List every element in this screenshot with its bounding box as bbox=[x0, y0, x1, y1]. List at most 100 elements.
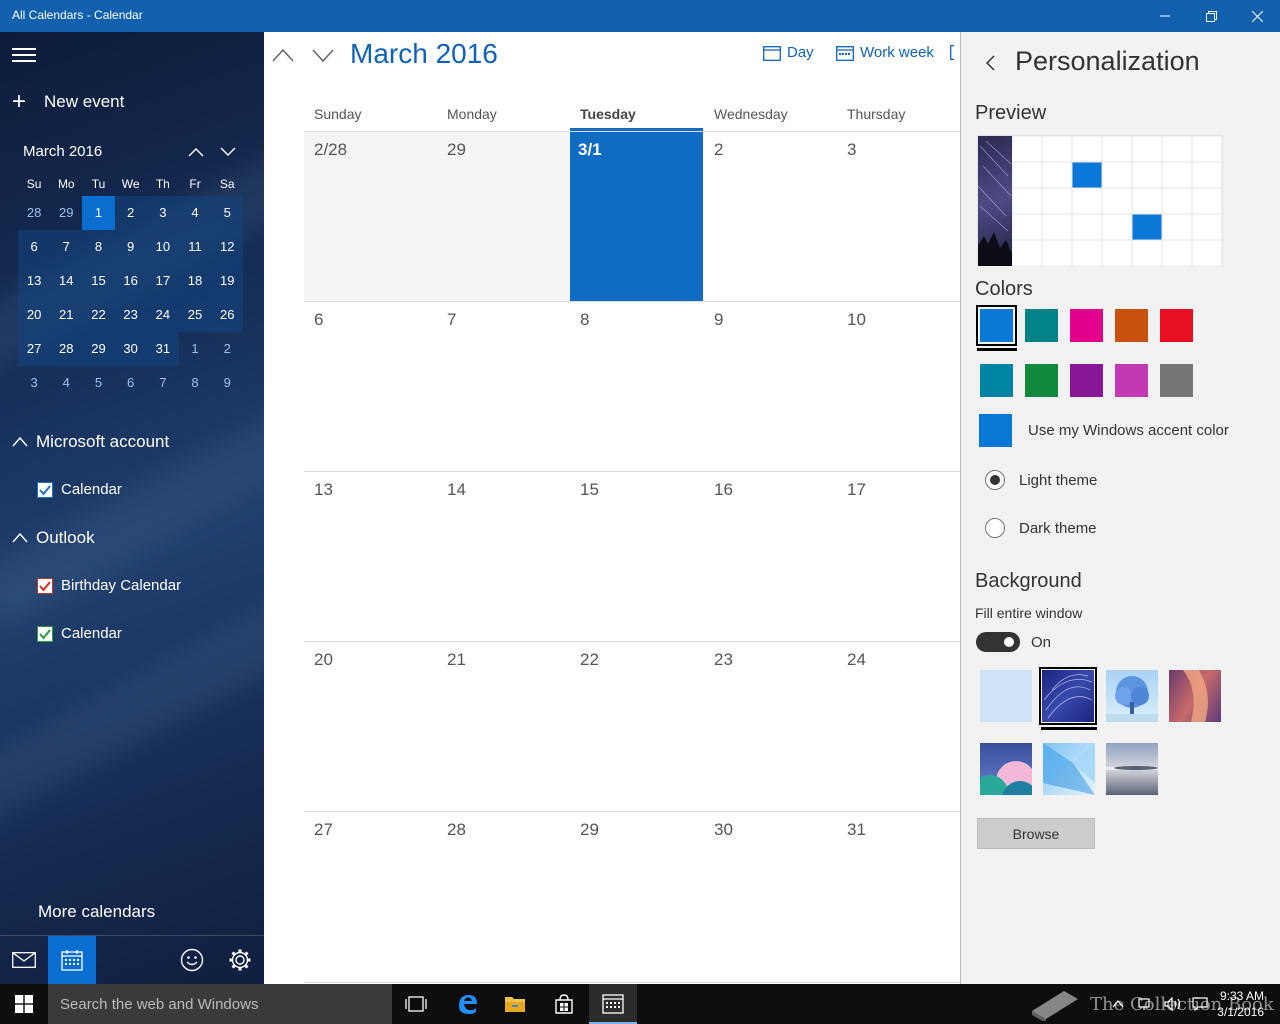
mini-calendar-day[interactable]: 8 bbox=[179, 366, 211, 400]
mini-calendar-day[interactable]: 13 bbox=[18, 264, 51, 298]
mini-calendar-day[interactable]: 25 bbox=[178, 298, 212, 332]
mini-calendar-day[interactable]: 22 bbox=[82, 298, 115, 332]
mini-calendar-today[interactable]: 1 bbox=[82, 196, 115, 230]
calendar-button[interactable] bbox=[48, 936, 96, 984]
day-cell[interactable]: 7 bbox=[447, 310, 456, 330]
day-cell[interactable]: 22 bbox=[580, 650, 599, 670]
mini-calendar-day[interactable]: 2 bbox=[211, 332, 243, 366]
previous-month-button[interactable] bbox=[270, 44, 296, 66]
file-explorer-button[interactable] bbox=[491, 984, 539, 1024]
day-cell[interactable]: 15 bbox=[580, 480, 599, 500]
mini-calendar-day[interactable]: 17 bbox=[146, 264, 179, 298]
mini-calendar-day[interactable]: 12 bbox=[211, 230, 244, 264]
mini-calendar-day[interactable]: 7 bbox=[50, 230, 83, 264]
browse-button[interactable]: Browse bbox=[977, 818, 1095, 849]
mini-calendar-day[interactable]: 1 bbox=[179, 332, 211, 366]
next-month-button[interactable] bbox=[310, 44, 336, 66]
month-title[interactable]: March 2016 bbox=[350, 38, 498, 70]
mini-calendar-day[interactable]: 30 bbox=[114, 332, 147, 366]
mini-calendar-day[interactable]: 3 bbox=[146, 196, 179, 230]
mini-calendar-day[interactable]: 5 bbox=[211, 196, 244, 230]
day-cell[interactable]: 9 bbox=[714, 310, 723, 330]
account-header-outlook[interactable]: Outlook bbox=[12, 528, 95, 548]
back-button[interactable] bbox=[983, 54, 997, 72]
calendar-item-birthday[interactable]: Birthday Calendar bbox=[37, 577, 181, 594]
mini-calendar-day[interactable]: 23 bbox=[114, 298, 147, 332]
mini-calendar-day[interactable]: 28 bbox=[50, 332, 83, 366]
background-thumb-hills[interactable] bbox=[980, 743, 1032, 795]
color-swatch[interactable] bbox=[1025, 364, 1058, 397]
mini-calendar-day[interactable]: 6 bbox=[115, 366, 147, 400]
background-thumb-light-blue[interactable] bbox=[980, 670, 1032, 722]
mini-calendar-day[interactable]: 29 bbox=[50, 196, 82, 230]
mini-calendar-next-button[interactable] bbox=[216, 142, 240, 162]
mini-calendar-day[interactable]: 21 bbox=[50, 298, 83, 332]
mini-calendar-day[interactable]: 18 bbox=[178, 264, 212, 298]
account-header-microsoft[interactable]: Microsoft account bbox=[12, 432, 169, 452]
mini-calendar-day[interactable]: 7 bbox=[147, 366, 179, 400]
mail-button[interactable] bbox=[0, 936, 48, 984]
hamburger-menu-icon[interactable] bbox=[12, 48, 36, 64]
mini-calendar-day[interactable]: 14 bbox=[50, 264, 83, 298]
use-accent-color-option[interactable]: Use my Windows accent color bbox=[979, 414, 1229, 447]
background-thumb-polygons[interactable] bbox=[1043, 743, 1095, 795]
mini-calendar-day[interactable]: 9 bbox=[114, 230, 147, 264]
day-cell[interactable]: 3 bbox=[847, 140, 856, 160]
color-swatch[interactable] bbox=[976, 305, 1017, 346]
checkbox[interactable] bbox=[37, 577, 53, 594]
mini-calendar-day[interactable]: 6 bbox=[18, 230, 51, 264]
store-button[interactable] bbox=[540, 984, 588, 1024]
background-thumb-star-trails[interactable] bbox=[1039, 667, 1097, 725]
calendar-item-microsoft-calendar[interactable]: Calendar bbox=[37, 481, 122, 498]
color-swatch[interactable] bbox=[1025, 309, 1058, 342]
mini-calendar-day[interactable]: 26 bbox=[211, 298, 244, 332]
mini-calendar-day[interactable]: 10 bbox=[146, 230, 179, 264]
color-swatch[interactable] bbox=[980, 364, 1013, 397]
mini-calendar-title[interactable]: March 2016 bbox=[23, 143, 102, 160]
day-cell[interactable]: 20 bbox=[314, 650, 333, 670]
taskbar-search-box[interactable]: Search the web and Windows bbox=[48, 984, 392, 1024]
fill-window-toggle[interactable] bbox=[976, 632, 1020, 652]
mini-calendar-day[interactable]: 9 bbox=[211, 366, 243, 400]
color-swatch[interactable] bbox=[1160, 309, 1193, 342]
day-cell[interactable]: 29 bbox=[580, 820, 599, 840]
day-cell[interactable]: 17 bbox=[847, 480, 866, 500]
day-cell[interactable]: 14 bbox=[447, 480, 466, 500]
day-cell[interactable]: 8 bbox=[580, 310, 589, 330]
accent-color-swatch[interactable] bbox=[979, 414, 1012, 447]
minimize-button[interactable] bbox=[1142, 0, 1188, 32]
day-cell[interactable]: 6 bbox=[314, 310, 323, 330]
mini-calendar-day[interactable]: 27 bbox=[18, 332, 51, 366]
close-button[interactable] bbox=[1234, 0, 1280, 32]
day-cell[interactable]: 10 bbox=[847, 310, 866, 330]
work-week-view-button[interactable]: Work week bbox=[836, 44, 934, 61]
background-thumb-lake[interactable] bbox=[1106, 743, 1158, 795]
mini-calendar-day[interactable]: 15 bbox=[82, 264, 115, 298]
settings-button[interactable] bbox=[216, 936, 264, 984]
mini-calendar-day[interactable]: 31 bbox=[146, 332, 179, 366]
mini-calendar-day[interactable]: 29 bbox=[82, 332, 115, 366]
color-swatch[interactable] bbox=[1070, 364, 1103, 397]
background-thumb-tree[interactable] bbox=[1106, 670, 1158, 722]
mini-calendar-day[interactable]: 5 bbox=[82, 366, 114, 400]
color-swatch[interactable] bbox=[1070, 309, 1103, 342]
day-cell[interactable]: 27 bbox=[314, 820, 333, 840]
calendar-taskbar-button[interactable] bbox=[589, 984, 637, 1024]
dark-theme-option[interactable]: Dark theme bbox=[985, 518, 1097, 538]
feedback-button[interactable] bbox=[168, 936, 216, 984]
mini-calendar-day[interactable]: 2 bbox=[114, 196, 147, 230]
day-cell[interactable]: 29 bbox=[447, 140, 466, 160]
calendar-item-outlook-calendar[interactable]: Calendar bbox=[37, 625, 122, 642]
checkbox[interactable] bbox=[37, 481, 53, 498]
day-cell[interactable]: 13 bbox=[314, 480, 333, 500]
restore-button[interactable] bbox=[1188, 0, 1234, 32]
day-cell[interactable]: 2 bbox=[714, 140, 723, 160]
mini-calendar-day[interactable]: 16 bbox=[114, 264, 147, 298]
mini-calendar-day[interactable]: 4 bbox=[50, 366, 82, 400]
dark-theme-radio[interactable] bbox=[985, 518, 1005, 538]
checkbox[interactable] bbox=[37, 625, 53, 642]
mini-calendar-day[interactable]: 3 bbox=[18, 366, 50, 400]
mini-calendar-prev-button[interactable] bbox=[184, 142, 208, 162]
background-thumb-canyon[interactable] bbox=[1169, 670, 1221, 722]
day-cell[interactable]: 16 bbox=[714, 480, 733, 500]
